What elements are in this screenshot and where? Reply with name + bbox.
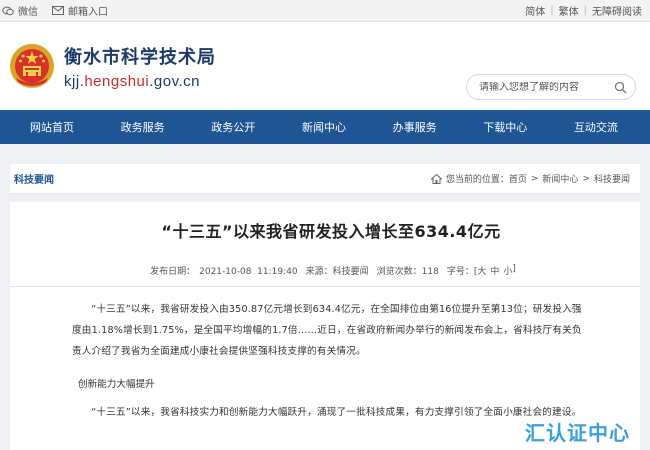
- simplified-chinese-link[interactable]: 简体: [525, 3, 545, 18]
- home-icon: [430, 173, 442, 184]
- wechat-icon: [2, 6, 14, 15]
- main-nav: 网站首页 政务服务 政务公开 新闻中心 办事服务 下载中心 互动交流: [0, 110, 650, 144]
- published-label: 发布日期：: [150, 267, 196, 277]
- font-small-button[interactable]: 小: [503, 264, 512, 277]
- search-input[interactable]: [479, 81, 614, 93]
- source-label: 来源：: [305, 267, 333, 277]
- article: “十三五”以来我省研发投入增长至634.4亿元 发布日期： 2021-10-08 …: [10, 202, 640, 450]
- breadcrumb-separator: >: [530, 173, 539, 184]
- font-size-label: 字号：[: [446, 267, 478, 277]
- article-paragraph: “十三五”以来，我省科技实力和创新能力大幅跃升，涌现了一批科技成果，有力支撑引领…: [91, 407, 582, 418]
- traditional-chinese-link[interactable]: 繁体: [559, 3, 579, 18]
- top-utility-bar: 微信 邮箱入口 简体 | 繁体 | 无障碍阅读: [0, 0, 650, 22]
- breadcrumb: 您当前的位置： 首页 > 新闻中心 > 科技要闻: [430, 172, 630, 185]
- section-title: 科技要闻: [14, 175, 54, 186]
- breadcrumb-tech-news-link[interactable]: 科技要闻: [594, 172, 630, 185]
- nav-item-home[interactable]: 网站首页: [26, 119, 78, 135]
- breadcrumb-separator: >: [582, 173, 590, 184]
- mailbox-label: 邮箱入口: [68, 7, 108, 18]
- published-date: 发布日期： 2021-10-08 11:19:40: [146, 264, 297, 277]
- breadcrumb-prefix: 您当前的位置：: [445, 175, 509, 185]
- site-url-suffix: .gov.cn: [149, 72, 200, 90]
- site-header: 衡水市科学技术局 kjj.hengshui.gov.cn: [0, 22, 650, 110]
- site-url-domain: hengshui: [84, 72, 150, 90]
- wechat-label: 微信: [18, 7, 38, 18]
- divider: |: [583, 5, 587, 16]
- site-title-block: 衡水市科学技术局 kjj.hengshui.gov.cn: [64, 43, 216, 90]
- font-large-button[interactable]: 大: [477, 264, 486, 277]
- site-url: kjj.hengshui.gov.cn: [64, 73, 216, 90]
- article-divider: [10, 286, 640, 287]
- mail-icon: [52, 6, 64, 15]
- nav-item-services[interactable]: 办事服务: [389, 119, 441, 135]
- source-value: 科技要闻: [332, 267, 369, 277]
- nav-item-news-center[interactable]: 新闻中心: [298, 119, 350, 135]
- national-emblem-logo[interactable]: [8, 42, 56, 90]
- views-value: 118: [421, 267, 439, 277]
- breadcrumb-bar: 科技要闻 您当前的位置： 首页 > 新闻中心 > 科技要闻: [10, 164, 640, 194]
- article-source: 来源：科技要闻: [306, 264, 369, 277]
- article-title: “十三五”以来我省研发投入增长至634.4亿元: [161, 222, 501, 241]
- article-paragraph: “十三五”以来，我省研发投入由350.87亿元增长到634.4亿元，在全国排位由…: [72, 304, 582, 357]
- mailbox-link[interactable]: 邮箱入口: [52, 3, 108, 18]
- article-subheading: 创新能力大幅提升: [78, 379, 155, 390]
- font-size-end: ]: [512, 264, 516, 274]
- article-meta: 发布日期： 2021-10-08 11:19:40 来源：科技要闻 浏览次数：11…: [78, 264, 584, 277]
- nav-item-downloads[interactable]: 下载中心: [479, 119, 531, 135]
- font-size-control: 字号：[ 大 中 小 ]: [447, 264, 516, 277]
- view-count: 浏览次数：118: [377, 264, 439, 277]
- wechat-link[interactable]: 微信: [2, 3, 38, 18]
- published-value: 2021-10-08 11:19:40: [199, 267, 298, 277]
- accessibility-link[interactable]: 无障碍阅读: [592, 3, 642, 18]
- breadcrumb-home-link[interactable]: 首页: [509, 172, 527, 185]
- search-box: [466, 74, 636, 100]
- search-icon[interactable]: [614, 81, 627, 94]
- watermark: 汇认证中心: [525, 421, 630, 445]
- nav-item-gov-affairs[interactable]: 政务公开: [207, 119, 259, 135]
- site-url-prefix: kjj.: [64, 72, 85, 90]
- divider: |: [550, 5, 554, 16]
- font-medium-button[interactable]: 中: [490, 264, 499, 277]
- top-right-links: 简体 | 繁体 | 无障碍阅读: [525, 3, 642, 18]
- nav-item-gov-services[interactable]: 政务服务: [117, 119, 169, 135]
- top-left-links: 微信 邮箱入口: [2, 3, 122, 18]
- breadcrumb-news-center-link[interactable]: 新闻中心: [542, 172, 578, 185]
- views-label: 浏览次数：: [376, 267, 422, 277]
- nav-item-interaction[interactable]: 互动交流: [570, 119, 622, 135]
- site-title: 衡水市科学技术局: [64, 46, 216, 68]
